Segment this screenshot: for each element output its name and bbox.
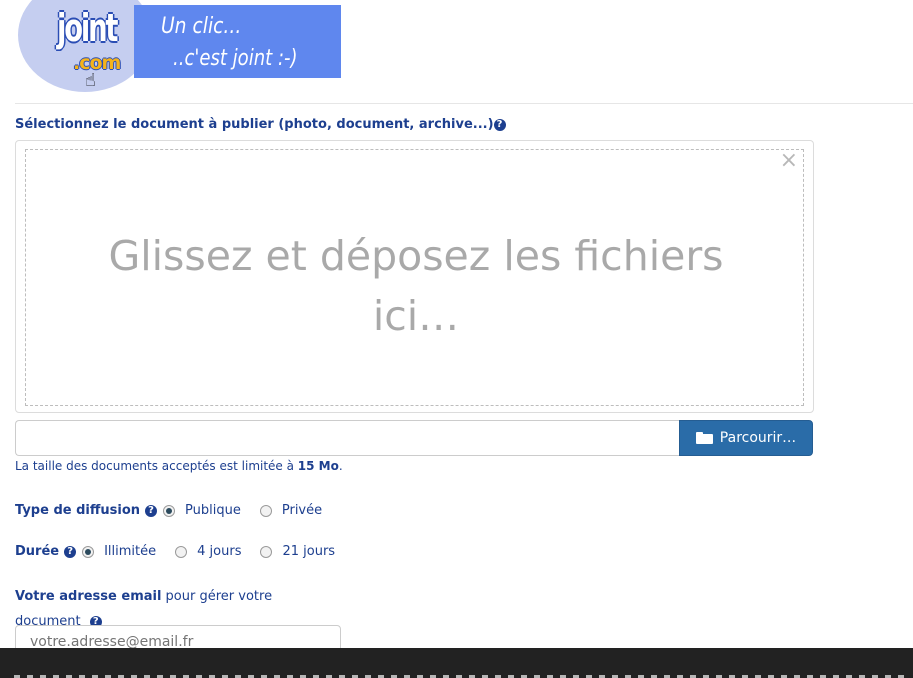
- upload-label: Sélectionnez le document à publier (phot…: [15, 117, 506, 132]
- site-logo[interactable]: joint .com Un clic... ..c'est joint :-) …: [15, 0, 341, 92]
- file-picker: Parcourir…: [15, 420, 813, 456]
- radio-illimitee-label[interactable]: Illimitée: [104, 544, 156, 559]
- cookie-banner: [0, 648, 913, 678]
- email-label-bold: Votre adresse email: [15, 589, 162, 604]
- radio-privee-label[interactable]: Privée: [282, 503, 322, 518]
- duree-row: Durée ? Illimitée 4 jours 21 jours: [15, 544, 354, 559]
- radio-4-jours-label[interactable]: 4 jours: [197, 544, 241, 559]
- header-divider: [15, 103, 913, 104]
- dropzone-text: Glissez et déposez les fichiers ici…: [108, 232, 724, 340]
- question-circle-icon[interactable]: ?: [64, 545, 77, 558]
- folder-open-icon: [695, 432, 713, 444]
- radio-4-jours[interactable]: [175, 545, 188, 558]
- size-note-suffix: .: [338, 459, 343, 473]
- radio-publique-label[interactable]: Publique: [185, 503, 241, 518]
- question-circle-icon[interactable]: ?: [493, 119, 506, 131]
- duree-label: Durée: [15, 544, 60, 559]
- dropzone[interactable]: × Glissez et déposez les fichiers ici…: [15, 140, 814, 413]
- radio-privee[interactable]: [259, 504, 272, 517]
- diffusion-label: Type de diffusion: [15, 503, 141, 518]
- dropzone-area[interactable]: × Glissez et déposez les fichiers ici…: [25, 148, 804, 406]
- radio-illimitee[interactable]: [82, 545, 95, 558]
- diffusion-row: Type de diffusion ? Publique Privée: [15, 503, 341, 518]
- question-circle-icon[interactable]: ?: [145, 504, 158, 517]
- close-icon[interactable]: ×: [780, 148, 798, 173]
- file-name-input[interactable]: [15, 420, 679, 456]
- logo-tagline-1: Un clic...: [161, 14, 242, 39]
- size-note-prefix: La taille des documents acceptés est lim…: [15, 459, 298, 473]
- logo-com-text: .com: [73, 52, 121, 74]
- radio-21-jours-label[interactable]: 21 jours: [282, 544, 335, 559]
- browse-button-label: Parcourir…: [719, 430, 797, 446]
- size-limit-note: La taille des documents acceptés est lim…: [15, 459, 343, 473]
- hand-pointer-icon: ☝: [85, 70, 96, 91]
- upload-label-text: Sélectionnez le document à publier (phot…: [15, 117, 494, 132]
- radio-21-jours[interactable]: [260, 545, 273, 558]
- size-limit-value: 15 Mo: [297, 459, 339, 473]
- browse-button[interactable]: Parcourir…: [679, 420, 813, 456]
- logo-joint-text: joint: [57, 6, 118, 50]
- logo-tagline-2: ..c'est joint :-): [173, 46, 298, 71]
- radio-publique[interactable]: [163, 504, 176, 517]
